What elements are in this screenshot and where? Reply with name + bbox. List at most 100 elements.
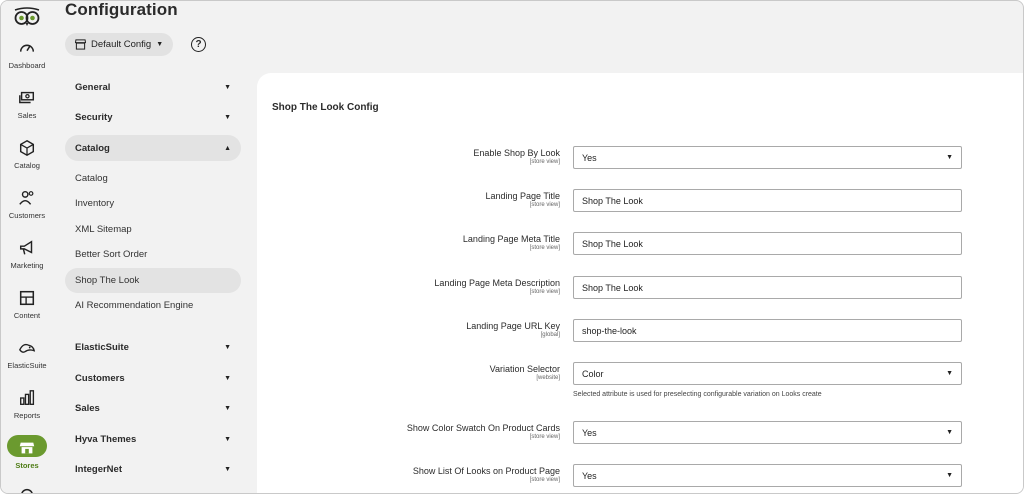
menu-elasticsuite[interactable]: ElasticSuite	[1, 335, 53, 381]
landing-page-meta-title-input[interactable]: Shop The Look	[573, 232, 962, 255]
nav-item-better-sort-order[interactable]: Better Sort Order	[65, 242, 241, 267]
menu-label: Sales	[17, 111, 37, 120]
gear-icon[interactable]	[18, 486, 36, 494]
caret-down-icon: ▼	[224, 343, 231, 351]
megaphone-icon	[19, 240, 33, 255]
input-value: Shop The Look	[582, 195, 643, 206]
caret-down-icon: ▼	[224, 374, 231, 382]
store-icon	[75, 39, 86, 50]
field-label-text: Variation Selector	[489, 364, 560, 374]
admin-menu-rail: Dashboard Sales Catalog Customers Market…	[1, 1, 53, 494]
menu-sales[interactable]: Sales	[1, 85, 53, 131]
nav-section-integernet[interactable]: IntegerNet ▼	[65, 456, 241, 482]
menu-label: Marketing	[10, 261, 44, 270]
caret-down-icon: ▼	[224, 83, 231, 91]
field-label-text: Show List Of Looks on Product Page	[412, 466, 560, 476]
menu-customers[interactable]: Customers	[1, 185, 53, 231]
landing-page-meta-description-input[interactable]: Shop The Look	[573, 276, 962, 299]
nav-section-general[interactable]: General ▼	[65, 74, 241, 100]
enable-shop-by-look-select[interactable]: Yes ▼	[573, 146, 962, 169]
help-glyph: ?	[195, 39, 202, 50]
caret-down-icon: ▼	[224, 113, 231, 121]
field-scope: [global]	[540, 332, 560, 338]
owl-logo-icon[interactable]	[13, 7, 41, 27]
nav-section-customers[interactable]: Customers ▼	[65, 365, 241, 391]
field-scope: [store view]	[529, 477, 560, 483]
nav-section-label: Customers	[75, 372, 125, 384]
landing-page-title-input[interactable]: Shop The Look	[573, 189, 962, 212]
nav-item-xml-sitemap[interactable]: XML Sitemap	[65, 217, 241, 242]
config-panel: Shop The Look Config Enable Shop By Look…	[257, 73, 1023, 493]
nav-item-label: XML Sitemap	[75, 224, 132, 235]
nav-item-label: Inventory	[75, 198, 115, 209]
input-value: Shop The Look	[582, 282, 643, 293]
input-value: shop-the-look	[582, 325, 637, 336]
field-label: Landing Page URL Key [global]	[300, 321, 560, 338]
menu-dashboard[interactable]: Dashboard	[1, 35, 53, 81]
field-scope: [store view]	[529, 202, 560, 208]
select-value: Yes	[582, 152, 597, 163]
users-icon	[19, 190, 34, 205]
nav-item-label: AI Recommendation Engine	[75, 300, 194, 311]
field-label: Landing Page Meta Description [store vie…	[300, 278, 560, 295]
field-scope: [website]	[536, 375, 560, 381]
menu-catalog[interactable]: Catalog	[1, 135, 53, 181]
cash-icon	[19, 91, 35, 104]
app-window: Dashboard Sales Catalog Customers Market…	[0, 0, 1024, 494]
nav-section-security[interactable]: Security ▼	[65, 104, 241, 130]
nav-section-label: Catalog	[75, 142, 110, 154]
menu-marketing[interactable]: Marketing	[1, 235, 53, 281]
menu-label: Catalog	[14, 161, 40, 170]
nav-section-sales[interactable]: Sales ▼	[65, 395, 241, 421]
select-value: Yes	[582, 470, 597, 481]
bar-chart-icon	[20, 390, 35, 405]
nav-section-label: IntegerNet	[75, 463, 122, 475]
input-value: Shop The Look	[582, 238, 643, 249]
show-list-of-looks-select[interactable]: Yes ▼	[573, 464, 962, 487]
nav-item-label: Shop The Look	[75, 275, 140, 286]
nav-item-shop-the-look[interactable]: Shop The Look	[65, 268, 241, 293]
field-scope: [store view]	[529, 434, 560, 440]
variation-selector-select[interactable]: Color ▼	[573, 362, 962, 385]
nav-item-ai-recommendation-engine[interactable]: AI Recommendation Engine	[65, 293, 241, 318]
field-label: Landing Page Title [store view]	[300, 191, 560, 208]
nav-section-catalog[interactable]: Catalog ▲	[65, 135, 241, 161]
field-scope: [store view]	[529, 245, 560, 251]
nav-section-label: Security	[75, 111, 113, 123]
caret-down-icon: ▼	[946, 429, 953, 436]
caret-down-icon: ▼	[946, 370, 953, 377]
menu-label: Customers	[8, 211, 46, 220]
nav-section-label: Sales	[75, 402, 100, 414]
nav-section-elasticsuite[interactable]: ElasticSuite ▼	[65, 334, 241, 360]
menu-stores[interactable]: Stores	[1, 435, 53, 481]
landing-page-url-key-input[interactable]: shop-the-look	[573, 319, 962, 342]
field-label-text: Show Color Swatch On Product Cards	[406, 423, 560, 433]
nav-item-catalog[interactable]: Catalog	[65, 166, 241, 191]
nav-section-label: ElasticSuite	[75, 341, 129, 353]
caret-down-icon: ▼	[224, 435, 231, 443]
nav-item-label: Catalog	[75, 173, 108, 184]
select-value: Color	[582, 368, 604, 379]
nav-item-label: Better Sort Order	[75, 249, 148, 260]
menu-label: Dashboard	[8, 61, 46, 70]
caret-down-icon: ▼	[946, 154, 953, 161]
field-label-text: Landing Page Title	[485, 191, 560, 201]
caret-up-icon: ▲	[224, 144, 231, 152]
gauge-icon	[19, 44, 35, 52]
menu-label: Reports	[13, 411, 41, 420]
show-color-swatch-select[interactable]: Yes ▼	[573, 421, 962, 444]
field-label: Show Color Swatch On Product Cards [stor…	[300, 423, 560, 440]
scope-switcher-button[interactable]: Default Config ▼	[65, 33, 173, 56]
nav-section-label: Hyva Themes	[75, 433, 137, 445]
nav-item-inventory[interactable]: Inventory	[65, 191, 241, 216]
field-label: Show List Of Looks on Product Page [stor…	[300, 466, 560, 483]
menu-label: Content	[13, 311, 41, 320]
menu-label: Stores	[15, 461, 39, 470]
nav-section-hyva-themes[interactable]: Hyva Themes ▼	[65, 426, 241, 452]
menu-reports[interactable]: Reports	[1, 385, 53, 431]
help-icon[interactable]: ?	[191, 37, 206, 52]
menu-content[interactable]: Content	[1, 285, 53, 331]
caret-down-icon: ▼	[946, 472, 953, 479]
select-value: Yes	[582, 427, 597, 438]
field-label-text: Landing Page Meta Title	[462, 234, 560, 244]
